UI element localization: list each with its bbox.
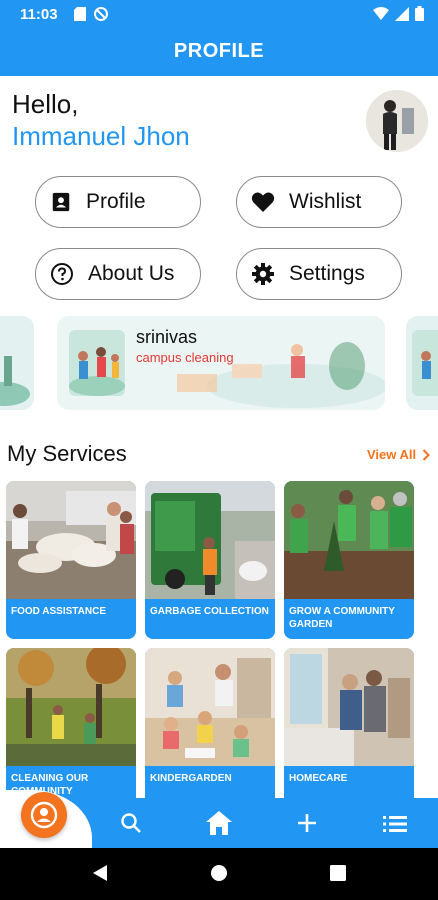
avatar-photo [366, 90, 428, 152]
page-title: PROFILE [173, 40, 265, 62]
cleaning-community-photo [6, 648, 136, 766]
food-assistance-photo [6, 481, 136, 599]
carousel-card-previous[interactable] [0, 316, 34, 410]
carousel-card-next[interactable] [406, 316, 438, 410]
view-all-label: View All [367, 447, 417, 462]
do-not-disturb-icon [94, 7, 108, 21]
homecare-photo [284, 648, 414, 766]
service-tile-label: KINDERGARDEN [150, 773, 232, 784]
service-tile-label: FOOD ASSISTANCE [11, 606, 107, 617]
about-us-button[interactable]: About Us [35, 248, 201, 300]
back-icon[interactable] [92, 864, 108, 882]
service-tile-label: HOMECARE [289, 773, 348, 784]
profile-button[interactable]: Profile [35, 176, 201, 228]
service-tile-kindergarden[interactable]: KINDERGARDEN [145, 648, 275, 806]
avatar[interactable] [366, 90, 428, 152]
about-us-button-label: About Us [88, 262, 175, 285]
user-name: Immanuel Jhon [12, 121, 190, 151]
sd-card-icon [74, 7, 86, 21]
carousel-description: campus cleaning [136, 350, 234, 365]
system-nav-bar [0, 848, 438, 900]
service-tile-homecare[interactable]: HOMECARE [284, 648, 414, 806]
community-garden-photo [284, 481, 414, 599]
view-all-link[interactable]: View All [367, 447, 431, 462]
service-tile-grow-a-community-garden[interactable]: GROW A COMMUNITY GARDEN [284, 481, 414, 639]
garbage-collection-photo [145, 481, 275, 599]
settings-button[interactable]: Settings [236, 248, 402, 300]
add-icon[interactable] [296, 812, 318, 834]
chevron-right-icon [422, 448, 431, 461]
search-icon[interactable] [120, 812, 142, 834]
carousel-user-name: srinivas [136, 327, 198, 347]
list-icon[interactable] [383, 815, 407, 833]
battery-icon [415, 6, 424, 21]
account-icon [30, 801, 58, 829]
app-bar: PROFILE [0, 30, 438, 76]
status-bar: 11:03 [0, 0, 438, 30]
wishlist-button-label: Wishlist [289, 190, 362, 213]
home-circle-icon[interactable] [210, 864, 228, 882]
gear-icon [252, 263, 274, 285]
contact-card-icon [52, 192, 70, 212]
heart-icon [251, 192, 275, 212]
service-tile-food-assistance[interactable]: FOOD ASSISTANCE [6, 481, 136, 639]
status-time: 11:03 [20, 6, 58, 23]
home-icon[interactable] [205, 810, 233, 836]
recents-icon[interactable] [330, 865, 346, 881]
service-tile-label: GARBAGE COLLECTION [150, 606, 269, 617]
wishlist-button[interactable]: Wishlist [236, 176, 402, 228]
service-tile-garbage-collection[interactable]: GARBAGE COLLECTION [145, 481, 275, 639]
signal-icon [395, 6, 409, 21]
greeting-text: Hello, [12, 89, 79, 119]
service-tile-label: GROW A COMMUNITY GARDEN [289, 606, 395, 630]
kindergarden-photo [145, 648, 275, 766]
profile-button-label: Profile [86, 190, 146, 213]
settings-button-label: Settings [289, 262, 365, 285]
help-circle-icon [51, 263, 73, 285]
section-title: My Services [7, 441, 127, 466]
account-button[interactable] [21, 792, 67, 838]
wifi-icon [373, 6, 389, 20]
service-tile-cleaning-our-community[interactable]: CLEANING OUR COMMUNITY [6, 648, 136, 806]
